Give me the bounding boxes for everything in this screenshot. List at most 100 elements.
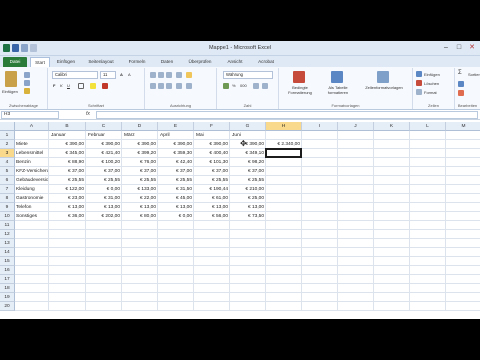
cell-l20[interactable] [410, 302, 446, 311]
cell-k6[interactable] [374, 176, 410, 185]
cell-k4[interactable] [374, 158, 410, 167]
cell-d16[interactable] [122, 266, 158, 275]
align-middle-icon[interactable] [158, 72, 164, 78]
font-color-icon[interactable] [102, 83, 108, 89]
cell-i5[interactable] [302, 167, 338, 176]
cell-e19[interactable] [158, 293, 194, 302]
cell-c4[interactable]: € 100,20 [86, 158, 122, 167]
cell-g13[interactable] [230, 239, 266, 248]
cell-l10[interactable] [410, 212, 446, 221]
active-cell-selection[interactable] [265, 148, 302, 158]
cell-j20[interactable] [338, 302, 374, 311]
align-left-icon[interactable] [150, 83, 156, 89]
tab-seitenlayout[interactable]: Seitenlayout [83, 57, 119, 67]
cell-g7[interactable]: € 210,00 [230, 185, 266, 194]
column-header-h[interactable]: H [266, 122, 302, 131]
cell-l14[interactable] [410, 248, 446, 257]
cell-styles-icon[interactable] [377, 71, 389, 83]
cell-m9[interactable] [446, 203, 480, 212]
row-header[interactable]: 15 [0, 257, 15, 266]
fill-icon[interactable] [458, 81, 464, 87]
cell-i16[interactable] [302, 266, 338, 275]
cell-e6[interactable]: € 25,55 [158, 176, 194, 185]
formula-input[interactable] [96, 111, 478, 119]
cell-d18[interactable] [122, 284, 158, 293]
cell-l19[interactable] [410, 293, 446, 302]
cell-k18[interactable] [374, 284, 410, 293]
cell-l9[interactable] [410, 203, 446, 212]
cell-l16[interactable] [410, 266, 446, 275]
row-header[interactable]: 18 [0, 284, 15, 293]
cell-f2[interactable]: € 390,00 [194, 140, 230, 149]
cell-j4[interactable] [338, 158, 374, 167]
cell-k5[interactable] [374, 167, 410, 176]
cell-d13[interactable] [122, 239, 158, 248]
cell-f8[interactable]: € 61,00 [194, 194, 230, 203]
cell-k12[interactable] [374, 230, 410, 239]
cell-b1[interactable]: Januar [49, 131, 86, 140]
cell-k14[interactable] [374, 248, 410, 257]
format-painter-icon[interactable] [24, 88, 30, 94]
row-header[interactable]: 10 [0, 212, 15, 221]
cell-f20[interactable] [194, 302, 230, 311]
row-header[interactable]: 2 [0, 140, 15, 149]
cell-d15[interactable] [122, 257, 158, 266]
cell-e13[interactable] [158, 239, 194, 248]
cell-m11[interactable] [446, 221, 480, 230]
cell-j8[interactable] [338, 194, 374, 203]
tab-daten[interactable]: Daten [156, 57, 178, 67]
cell-f19[interactable] [194, 293, 230, 302]
minimize-icon[interactable]: – [440, 43, 452, 52]
cell-g2[interactable]: € 390,00 [230, 140, 266, 149]
cell-l18[interactable] [410, 284, 446, 293]
cell-b15[interactable] [49, 257, 86, 266]
cell-k19[interactable] [374, 293, 410, 302]
cell-i9[interactable] [302, 203, 338, 212]
row-header[interactable]: 8 [0, 194, 15, 203]
cell-f3[interactable]: € 400,40 [194, 149, 230, 158]
cell-m5[interactable] [446, 167, 480, 176]
decrease-decimal-icon[interactable] [262, 83, 268, 89]
font-name-select[interactable]: Calibri [52, 71, 98, 79]
cell-f4[interactable]: € 101,30 [194, 158, 230, 167]
cell-f13[interactable] [194, 239, 230, 248]
cell-i17[interactable] [302, 275, 338, 284]
maximize-icon[interactable]: □ [453, 43, 465, 52]
cell-i2[interactable] [302, 140, 338, 149]
cell-j16[interactable] [338, 266, 374, 275]
currency-icon[interactable] [223, 83, 229, 89]
tab-start[interactable]: Start [30, 57, 50, 67]
cell-i13[interactable] [302, 239, 338, 248]
cell-i18[interactable] [302, 284, 338, 293]
cell-b16[interactable] [49, 266, 86, 275]
row-header[interactable]: 7 [0, 185, 15, 194]
cell-c1[interactable]: Februar [86, 131, 122, 140]
cell-h15[interactable] [266, 257, 302, 266]
row-header[interactable]: 11 [0, 221, 15, 230]
row-header[interactable]: 9 [0, 203, 15, 212]
cell-i19[interactable] [302, 293, 338, 302]
cell-k7[interactable] [374, 185, 410, 194]
close-icon[interactable]: ✕ [466, 43, 478, 52]
cell-g18[interactable] [230, 284, 266, 293]
row-header[interactable]: 13 [0, 239, 15, 248]
cell-c11[interactable] [86, 221, 122, 230]
cell-e3[interactable]: € 359,30 [158, 149, 194, 158]
cell-m3[interactable] [446, 149, 480, 158]
cell-j11[interactable] [338, 221, 374, 230]
cell-f14[interactable] [194, 248, 230, 257]
cell-l1[interactable] [410, 131, 446, 140]
tab-einfuegen[interactable]: Einfügen [53, 57, 79, 67]
cell-e11[interactable] [158, 221, 194, 230]
cell-c5[interactable]: € 37,00 [86, 167, 122, 176]
cell-g20[interactable] [230, 302, 266, 311]
cell-a19[interactable] [15, 293, 49, 302]
cell-d17[interactable] [122, 275, 158, 284]
cell-d20[interactable] [122, 302, 158, 311]
cell-m12[interactable] [446, 230, 480, 239]
cell-a20[interactable] [15, 302, 49, 311]
cell-i12[interactable] [302, 230, 338, 239]
cell-b4[interactable]: € 88,90 [49, 158, 86, 167]
cell-l13[interactable] [410, 239, 446, 248]
cell-i11[interactable] [302, 221, 338, 230]
